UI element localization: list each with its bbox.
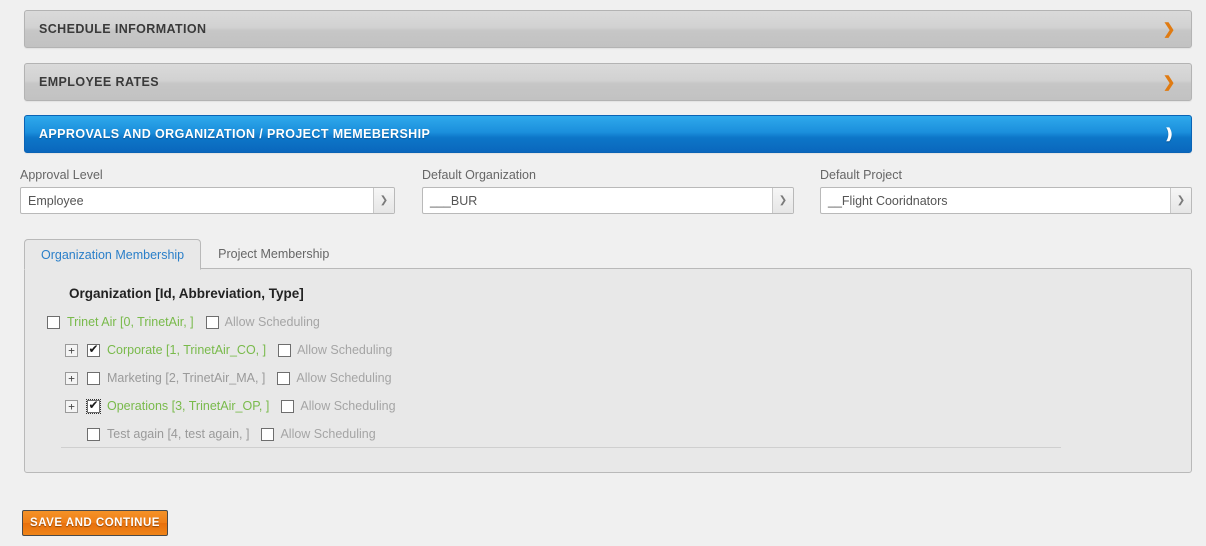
chevron-down-icon[interactable]: ❯	[373, 188, 394, 213]
tree-row: Test again [4, test again, ] Allow Sched…	[25, 420, 1191, 448]
field-default-organization: Default Organization ___BUR ❯	[422, 168, 794, 214]
approvals-form-row: Approval Level Employee ❯ Default Organi…	[0, 168, 1206, 224]
select-default-project-value: __Flight Cooridnators	[828, 193, 948, 208]
org-label: Operations [3, TrinetAir_OP, ]	[107, 399, 270, 413]
tree-divider	[61, 447, 1061, 448]
membership-tabs: Organization Membership Project Membersh…	[24, 239, 1192, 270]
allow-scheduling-checkbox[interactable]	[205, 315, 219, 329]
tab-organization-membership-label: Organization Membership	[41, 247, 185, 262]
select-default-organization-value: ___BUR	[430, 193, 478, 208]
expand-toggle-icon[interactable]: +	[65, 399, 78, 413]
allow-scheduling-checkbox[interactable]	[277, 371, 291, 385]
expand-toggle-icon[interactable]: +	[65, 343, 78, 357]
org-checkbox-operations[interactable]	[86, 398, 101, 414]
tree-row: + Corporate [1, TrinetAir_CO, ] Allow Sc…	[25, 336, 1191, 364]
allow-scheduling-checkbox[interactable]	[278, 343, 292, 357]
chevron-down-icon[interactable]: ❯	[1170, 188, 1191, 213]
save-and-continue-button[interactable]: Save and Continue	[22, 510, 168, 536]
allow-scheduling-label: Allow Scheduling	[300, 399, 396, 413]
section-header-approvals-and-organization[interactable]: Approvals and Organization / Project Mem…	[24, 115, 1192, 153]
chevron-right-icon: ❯	[1162, 73, 1176, 91]
org-checkbox-marketing[interactable]	[87, 371, 100, 385]
organization-tree: Trinet Air [0, TrinetAir, ] Allow Schedu…	[25, 301, 1191, 448]
label-default-organization: Default Organization	[422, 168, 536, 182]
expand-toggle-icon[interactable]: +	[65, 371, 78, 385]
tree-row: + Operations [3, TrinetAir_OP, ] Allow S…	[25, 392, 1191, 420]
select-approval-level-value: Employee	[28, 193, 84, 208]
org-checkbox-trinet-air[interactable]	[47, 315, 60, 329]
employee-settings-page: Schedule Information ❯ Employee Rates ❯ …	[0, 0, 1206, 546]
allow-scheduling-label: Allow Scheduling	[296, 371, 392, 385]
org-label: Trinet Air [0, TrinetAir, ]	[67, 315, 194, 329]
tree-column-header: Organization [Id, Abbreviation, Type]	[69, 286, 304, 301]
allow-scheduling-checkbox[interactable]	[281, 399, 295, 413]
label-default-project: Default Project	[820, 168, 902, 182]
allow-scheduling-label: Allow Scheduling	[224, 315, 320, 329]
chevron-down-icon[interactable]: ❯	[772, 188, 793, 213]
field-default-project: Default Project __Flight Cooridnators ❯	[820, 168, 1192, 214]
label-approval-level: Approval Level	[20, 168, 103, 182]
tab-project-membership-label: Project Membership	[218, 247, 330, 261]
select-default-organization[interactable]: ___BUR ❯	[422, 187, 794, 214]
tree-row: Trinet Air [0, TrinetAir, ] Allow Schedu…	[25, 308, 1191, 336]
org-label: Marketing [2, TrinetAir_MA, ]	[107, 371, 266, 385]
allow-scheduling-checkbox[interactable]	[261, 427, 275, 441]
field-approval-level: Approval Level Employee ❯	[20, 168, 395, 214]
org-label: Corporate [1, TrinetAir_CO, ]	[107, 343, 267, 357]
organization-membership-panel: Organization [Id, Abbreviation, Type] Tr…	[24, 268, 1192, 473]
section-title-employee-rates: Employee Rates	[39, 75, 159, 89]
org-checkbox-corporate[interactable]	[87, 343, 100, 357]
org-checkbox-test-again[interactable]	[87, 427, 100, 441]
tree-row: + Marketing [2, TrinetAir_MA, ] Allow Sc…	[25, 364, 1191, 392]
allow-scheduling-label: Allow Scheduling	[280, 427, 376, 441]
tab-organization-membership[interactable]: Organization Membership	[24, 239, 202, 270]
section-title-schedule-information: Schedule Information	[39, 22, 207, 36]
section-header-schedule-information[interactable]: Schedule Information ❯	[24, 10, 1192, 48]
section-header-employee-rates[interactable]: Employee Rates ❯	[24, 63, 1192, 101]
tab-project-membership[interactable]: Project Membership	[201, 239, 346, 269]
save-and-continue-label: Save and Continue	[30, 517, 160, 529]
section-title-approvals-and-organization: Approvals and Organization / Project Mem…	[39, 127, 431, 141]
select-approval-level[interactable]: Employee ❯	[20, 187, 395, 214]
chevron-right-icon: ❯	[1162, 20, 1176, 38]
chevron-down-icon: ❫	[1162, 125, 1176, 143]
org-label: Test again [4, test again, ]	[107, 427, 250, 441]
select-default-project[interactable]: __Flight Cooridnators ❯	[820, 187, 1192, 214]
allow-scheduling-label: Allow Scheduling	[297, 343, 393, 357]
